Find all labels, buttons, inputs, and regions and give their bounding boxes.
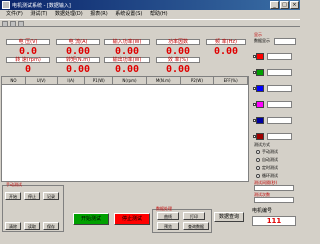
stop-test-button[interactable]: 停止测试	[114, 213, 150, 225]
channel-value-field[interactable]	[267, 101, 292, 108]
save-icon[interactable]	[10, 21, 16, 27]
read-button[interactable]: 读取	[24, 222, 40, 230]
menu-data[interactable]: 数据处理(D)	[55, 11, 83, 17]
column-header: P2(W)	[181, 77, 215, 84]
window-title: 电机测试系统 - [数据输入]	[12, 3, 71, 9]
meter-input-power: 输入功率(W) 0.00	[104, 39, 150, 58]
channel-value-field[interactable]	[267, 133, 292, 140]
right-panel: 显示 数据显示 测试方式 手动测试 自动测试 定时测试 循环测试 测试间隔(秒)…	[250, 28, 300, 216]
menu-settings[interactable]: 系统设置(S)	[115, 11, 142, 17]
print-icon[interactable]	[18, 21, 24, 27]
meter-current: 电 流(A) 0.00	[56, 39, 100, 58]
data-table[interactable]: NO U(V) I(A) P1(W) N(rpm) M(N.m) P2(W) E…	[1, 76, 249, 182]
app-icon	[2, 1, 10, 9]
motor-number-field[interactable]: 111	[252, 216, 296, 226]
title-bar: 电机测试系统 - [数据输入] _ □ ×	[0, 0, 300, 10]
mode-radio-auto[interactable]: 自动测试	[256, 157, 278, 163]
meter-voltage: 电 压(V) 0.0	[6, 39, 50, 58]
select-label: 数据显示	[254, 38, 270, 43]
open-icon[interactable]	[2, 21, 8, 27]
column-header: U(V)	[26, 77, 58, 84]
column-header: NO	[2, 77, 26, 84]
menu-report[interactable]: 报表(R)	[90, 11, 107, 17]
channel-color-swatch[interactable]	[256, 85, 264, 92]
meter-frequency: 频 率(Hz) 0.00	[206, 39, 246, 58]
column-header: P1(W)	[85, 77, 114, 84]
save-button[interactable]: 保存	[43, 222, 59, 230]
menu-bar: 文件(F) 测试(T) 数据处理(D) 报表(R) 系统设置(S) 帮助(H)	[0, 10, 300, 19]
toolbar	[0, 19, 300, 27]
meter-output-power: 输出功率(W) 0.00	[104, 57, 150, 76]
mode-radio-cycle[interactable]: 循环测试	[256, 173, 278, 179]
channel-value-field[interactable]	[267, 53, 292, 60]
channel-value-field[interactable]	[267, 85, 292, 92]
query-data-button[interactable]: 查询数据	[183, 222, 209, 230]
menu-file[interactable]: 文件(F)	[6, 11, 23, 17]
maximize-button[interactable]: □	[280, 1, 289, 9]
column-header: N(rpm)	[113, 77, 147, 84]
column-header: I(A)	[58, 77, 86, 84]
channel-color-swatch[interactable]	[256, 53, 264, 60]
channel-color-swatch[interactable]	[256, 69, 264, 76]
channel-value-field[interactable]	[267, 69, 292, 76]
meter-speed: 转 速(rpm) 0	[6, 57, 50, 76]
curve-button[interactable]: 曲线	[157, 212, 179, 220]
preview-button[interactable]: 预览	[157, 222, 179, 230]
menu-help[interactable]: 帮助(H)	[150, 11, 168, 17]
record-button[interactable]: 记录	[43, 192, 59, 200]
column-header: M(N.m)	[147, 77, 181, 84]
clear-button[interactable]: 清除	[5, 222, 21, 230]
start-test-button[interactable]: 开始测试	[73, 213, 109, 225]
mode-radio-manual[interactable]: 手动测试	[256, 149, 278, 155]
start-small-button[interactable]: 开始	[5, 192, 21, 200]
display-select[interactable]	[274, 38, 296, 45]
channel-value-field[interactable]	[267, 117, 292, 124]
meter-torque: 转矩(N.m) 0.00	[56, 57, 100, 76]
count-input[interactable]	[254, 197, 294, 203]
print-button[interactable]: 打印	[183, 212, 205, 220]
menu-test[interactable]: 测试(T)	[30, 11, 47, 17]
interval-input[interactable]	[254, 185, 294, 191]
channel-color-swatch[interactable]	[256, 117, 264, 124]
mode-radio-timed[interactable]: 定时测试	[256, 165, 278, 171]
meter-efficiency: 效 率(%) 0.00	[156, 57, 200, 76]
minimize-button[interactable]: _	[270, 1, 279, 9]
motor-number-label: 电机编号	[252, 208, 273, 214]
mode-group-label: 测试方式	[254, 142, 270, 147]
table-header: NO U(V) I(A) P1(W) N(rpm) M(N.m) P2(W) E…	[2, 77, 248, 85]
close-button[interactable]: ×	[290, 1, 299, 9]
manual-test-group-label: 手动测试	[6, 182, 22, 187]
channel-color-swatch[interactable]	[256, 101, 264, 108]
channel-color-swatch[interactable]	[256, 133, 264, 140]
meter-power-factor: 功率因数 0.00	[156, 39, 200, 58]
column-header: EFF(%)	[214, 77, 248, 84]
stop-small-button[interactable]: 停止	[24, 192, 40, 200]
data-query-button[interactable]: 数据查询	[214, 212, 244, 222]
